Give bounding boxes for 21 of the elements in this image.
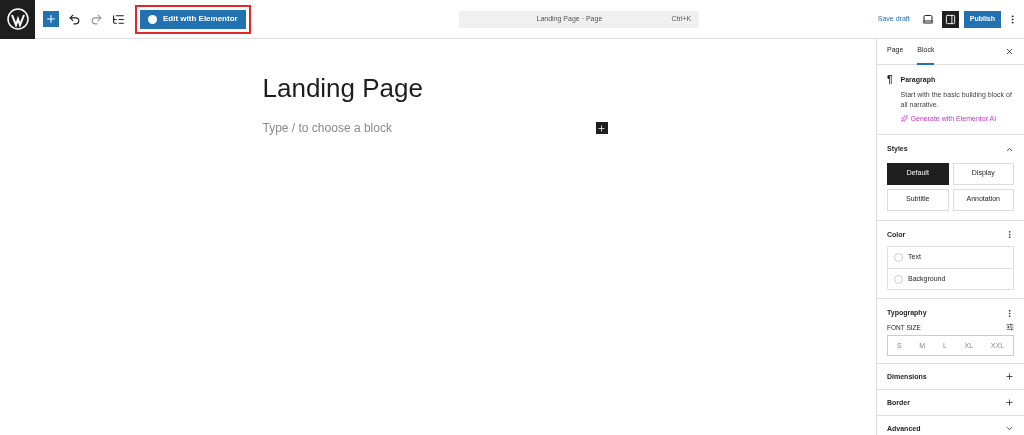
options-icon[interactable]	[1005, 308, 1014, 318]
plus-icon	[45, 13, 57, 25]
document-overview-icon[interactable]	[112, 12, 125, 26]
wordpress-logo-icon[interactable]	[0, 0, 35, 39]
options-icon[interactable]	[1005, 230, 1014, 240]
block-placeholder[interactable]: Type / to choose a block	[262, 119, 392, 137]
edit-with-elementor-button[interactable]: Edit with Elementor	[140, 9, 246, 29]
elementor-icon	[148, 14, 157, 24]
sparkle-icon	[900, 115, 908, 123]
add-block-button[interactable]	[595, 122, 608, 134]
laptop-icon[interactable]	[921, 13, 934, 25]
add-icon[interactable]	[1005, 398, 1014, 408]
undo-icon[interactable]	[68, 12, 81, 26]
page-heading[interactable]: Landing Page	[262, 73, 608, 103]
add-icon[interactable]	[1005, 372, 1014, 382]
redo-icon[interactable]	[90, 12, 103, 26]
settings-toggle[interactable]	[941, 10, 959, 28]
paragraph-symbol: ¶	[887, 75, 893, 87]
close-icon[interactable]	[1005, 47, 1014, 56]
plus-icon	[597, 123, 606, 133]
sliders-icon[interactable]	[1006, 323, 1014, 332]
